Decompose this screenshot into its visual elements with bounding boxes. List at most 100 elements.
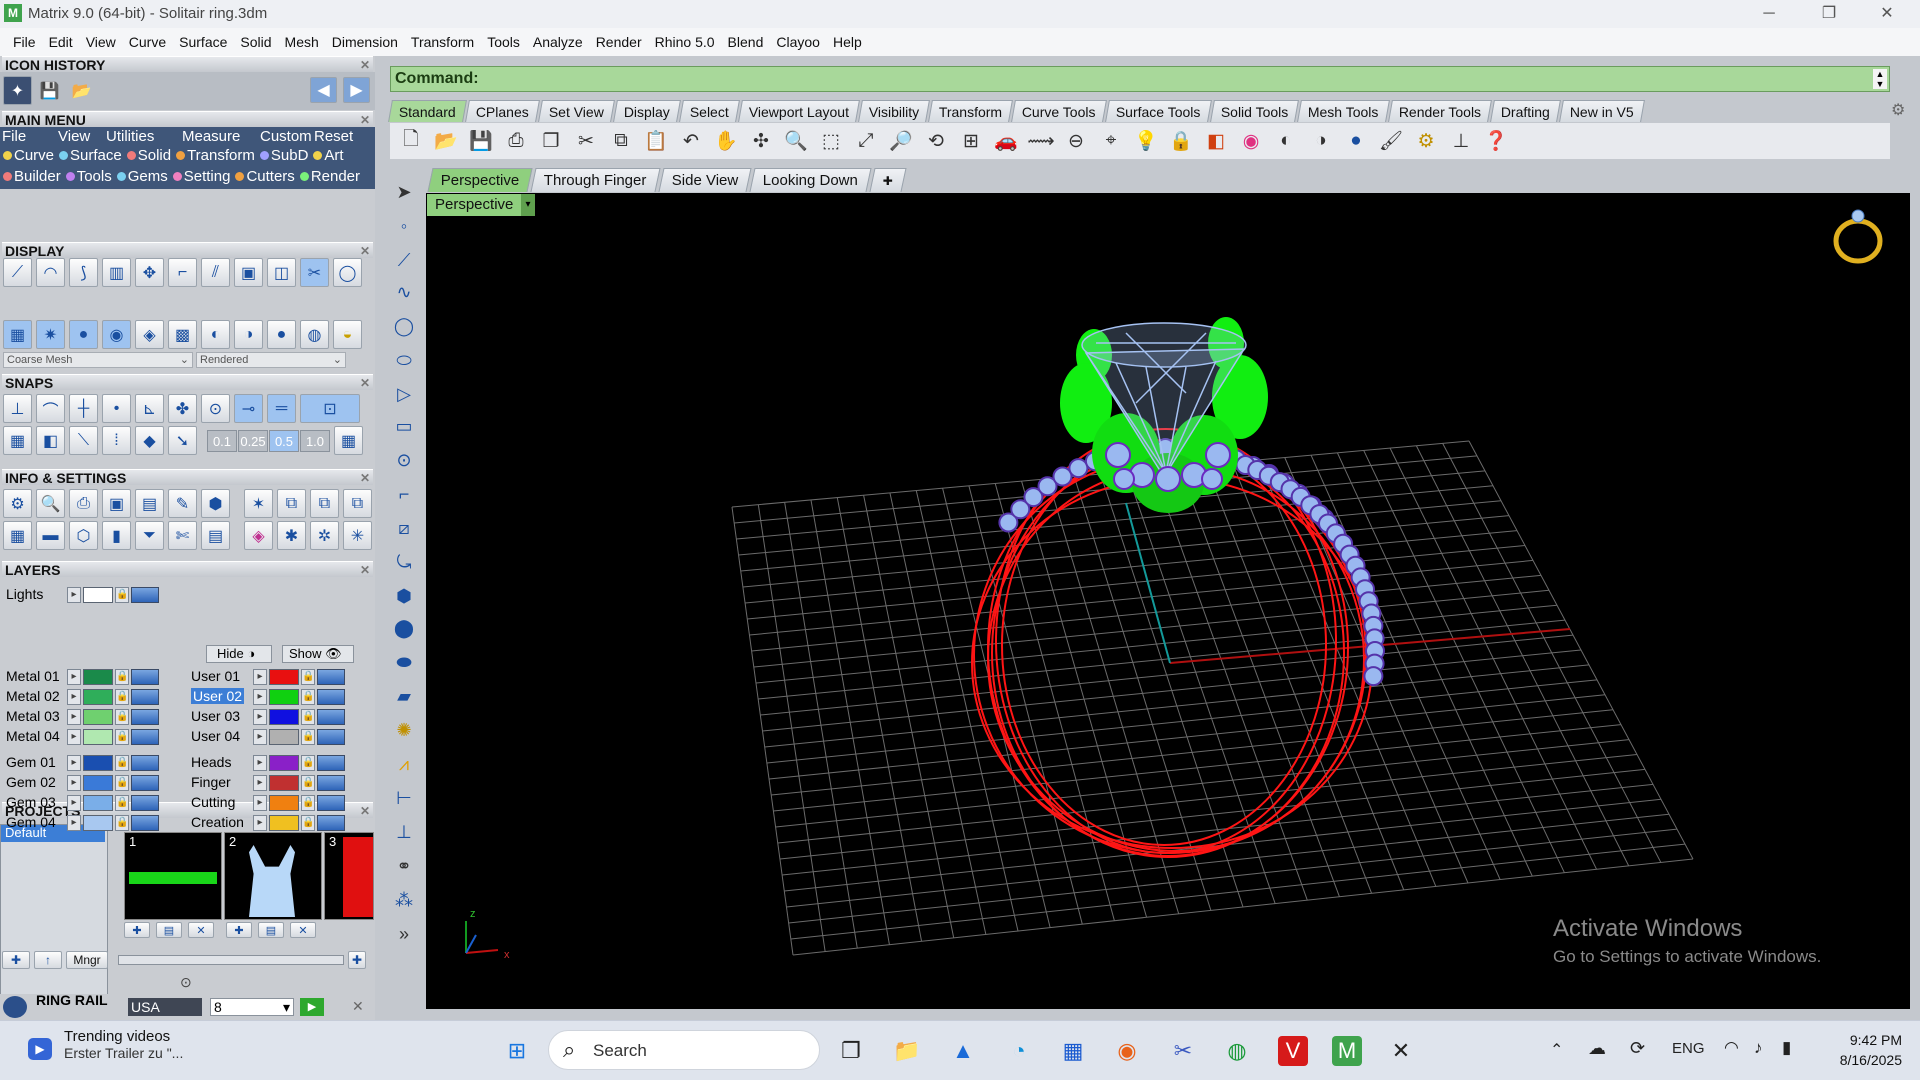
boolean-union-icon[interactable]: ⚭: [389, 851, 419, 881]
menu-rhino-5-0[interactable]: Rhino 5.0: [649, 34, 722, 50]
command-bar[interactable]: Command: ▲ ▼: [390, 66, 1890, 92]
box-icon[interactable]: ▣: [102, 489, 131, 518]
sphere-tool-icon[interactable]: ⬤: [389, 613, 419, 643]
chevron-up-icon[interactable]: ⌃: [1550, 1040, 1563, 1060]
lock-icon[interactable]: 🔒: [115, 689, 129, 705]
figure-a-icon[interactable]: ✱: [277, 521, 306, 550]
expand-icon[interactable]: ▸: [67, 669, 81, 685]
cylinder-tool-icon[interactable]: ⬬: [389, 647, 419, 677]
chrome-sphere-icon[interactable]: ◍: [300, 320, 329, 349]
polygon-icon[interactable]: ▷: [389, 379, 419, 409]
add-icon[interactable]: ✚: [348, 951, 366, 969]
tab-viewport-layout[interactable]: Viewport Layout: [737, 100, 860, 122]
grid-toggle-icon[interactable]: ▩: [168, 320, 197, 349]
tab-render-tools[interactable]: Render Tools: [1387, 100, 1492, 122]
planar-icon[interactable]: ◧: [36, 426, 65, 455]
layer-color-swatch[interactable]: [83, 755, 113, 771]
cutter-icon[interactable]: ✂: [300, 258, 329, 287]
minimize-icon[interactable]: ─: [1740, 0, 1798, 28]
paste-icon[interactable]: 📋: [641, 126, 671, 156]
layer-user-02[interactable]: User 02 ▸ 🔒: [191, 688, 361, 707]
expand-icon[interactable]: ▸: [253, 815, 267, 831]
layer-user-01[interactable]: User 01 ▸ 🔒: [191, 668, 361, 687]
project-icon[interactable]: ➘: [168, 426, 197, 455]
lock-icon[interactable]: 🔒: [301, 795, 315, 811]
star-settings-icon[interactable]: ✶: [244, 489, 273, 518]
snap-value-1[interactable]: 0.25: [238, 430, 268, 452]
manager-button[interactable]: Mngr: [66, 951, 108, 969]
tab-set-view[interactable]: Set View: [537, 100, 615, 122]
project-thumb-3[interactable]: 3: [324, 832, 374, 920]
rectangle-icon[interactable]: ▭: [389, 411, 419, 441]
expand-icon[interactable]: ▸: [67, 795, 81, 811]
main-menu-solid-item[interactable]: Solid: [126, 147, 171, 164]
main-menu-view[interactable]: View: [58, 128, 90, 145]
layer-color-swatch[interactable]: [269, 709, 299, 725]
layer-color-swatch[interactable]: [83, 795, 113, 811]
trending-widget[interactable]: Trending videos Erster Trailer zu "...: [64, 1028, 183, 1061]
xray-icon[interactable]: ◈: [135, 320, 164, 349]
main-menu-setting-item[interactable]: Setting: [172, 168, 230, 185]
main-menu-surface-item[interactable]: Surface: [59, 147, 122, 164]
sheet-icon[interactable]: ▤: [201, 521, 230, 550]
lock-icon[interactable]: 🔒: [301, 689, 315, 705]
project-thumb-1[interactable]: 1: [124, 832, 222, 920]
menu-dimension[interactable]: Dimension: [326, 34, 405, 50]
tab-curve-tools[interactable]: Curve Tools: [1011, 100, 1107, 122]
lock-icon[interactable]: 🔒: [115, 669, 129, 685]
diamond-snap-icon[interactable]: ◆: [135, 426, 164, 455]
lock-icon[interactable]: 🔒: [115, 729, 129, 745]
layer-visibility-toggle[interactable]: [131, 709, 159, 725]
layer-color-swatch[interactable]: [269, 815, 299, 831]
layer-gem-04[interactable]: Gem 04 ▸ 🔒: [6, 814, 176, 833]
ghost-icon[interactable]: ◉: [102, 320, 131, 349]
layer-color-swatch[interactable]: [269, 729, 299, 745]
near-snap-icon[interactable]: ⌒: [36, 394, 65, 423]
task-view-icon[interactable]: ❐: [836, 1036, 866, 1066]
layer-metal-04[interactable]: Metal 04 ▸ 🔒: [6, 728, 176, 747]
layer-user-03[interactable]: User 03 ▸ 🔒: [191, 708, 361, 727]
cloud-off-icon[interactable]: ☁: [1588, 1038, 1606, 1059]
viewport-menu-icon[interactable]: ▾: [521, 194, 535, 216]
undo-history-icon[interactable]: ✦: [3, 76, 32, 105]
viewport-tab-perspective[interactable]: Perspective: [427, 168, 533, 192]
zoom-window-icon[interactable]: ⬚: [816, 126, 846, 156]
material-icon[interactable]: ◑: [234, 320, 263, 349]
matcap-icon[interactable]: ◐: [201, 320, 230, 349]
menu-analyze[interactable]: Analyze: [527, 34, 590, 50]
project-list[interactable]: Default: [0, 824, 108, 996]
lock-icon[interactable]: 🔒: [115, 775, 129, 791]
tab-solid-tools[interactable]: Solid Tools: [1209, 100, 1299, 122]
expand-icon[interactable]: ▸: [67, 775, 81, 791]
menu-tools[interactable]: Tools: [481, 34, 527, 50]
main-menu-curve-item[interactable]: Curve: [3, 147, 54, 164]
layer-color-swatch[interactable]: [83, 689, 113, 705]
window-c-icon[interactable]: ⧉: [343, 489, 372, 518]
zoom-selected-icon[interactable]: 🔎: [886, 126, 916, 156]
expand-icon[interactable]: ▸: [67, 709, 81, 725]
offset-icon[interactable]: ⧄: [389, 513, 419, 543]
menu-render[interactable]: Render: [590, 34, 649, 50]
cylinder-icon[interactable]: ▮: [102, 521, 131, 550]
main-menu-utilities[interactable]: Utilities: [106, 128, 154, 145]
layer-visibility-toggle[interactable]: [131, 775, 159, 791]
help-icon[interactable]: ❓: [1481, 126, 1511, 156]
int-snap-icon[interactable]: ✤: [168, 394, 197, 423]
main-menu-gems-item[interactable]: Gems: [116, 168, 168, 185]
tab-standard[interactable]: Standard: [388, 100, 467, 122]
circle-icon[interactable]: ◯: [333, 258, 362, 287]
undo-view-icon[interactable]: ⟲: [921, 126, 951, 156]
pan-icon[interactable]: ✋: [711, 126, 741, 156]
tab-select[interactable]: Select: [678, 100, 740, 122]
text-tool-icon[interactable]: ⊥: [389, 817, 419, 847]
battery-icon[interactable]: ▮: [1782, 1038, 1791, 1058]
snap-value-0[interactable]: 0.1: [207, 430, 237, 452]
dimension-tool-icon[interactable]: ⊢: [389, 783, 419, 813]
sync-icon[interactable]: ⟳: [1630, 1038, 1645, 1059]
wireframe-icon[interactable]: ▦: [3, 320, 32, 349]
clock[interactable]: 9:42 PM 8/16/2025: [1822, 1030, 1902, 1070]
save-file-icon[interactable]: 💾: [466, 126, 496, 156]
close-icon[interactable]: ✕: [360, 470, 370, 486]
tab-new-in-v5[interactable]: New in V5: [1558, 100, 1645, 122]
up-icon[interactable]: ↑: [34, 951, 62, 969]
